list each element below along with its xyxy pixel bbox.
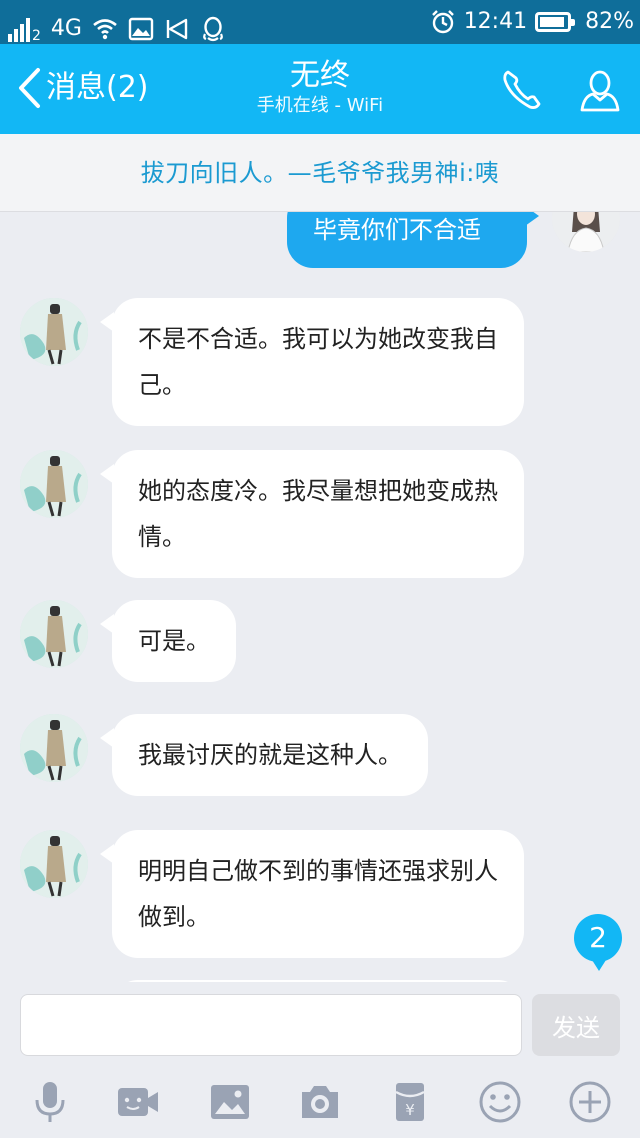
message-text: 毕竟你们不合适 <box>313 216 481 244</box>
message-text: 不是不合适。我可以为她改变我自己。 <box>138 325 498 399</box>
chat-title: 无终 手机在线 - WiFi <box>160 58 480 118</box>
message-input[interactable] <box>20 994 522 1056</box>
incoming-message-bubble[interactable]: 她的态度冷。我尽量想把她变成热情。 <box>100 450 524 578</box>
incoming-message-bubble[interactable]: 明明自己做不到的事情还强求别人做到。 <box>100 830 524 958</box>
contact-avatar[interactable] <box>20 450 88 518</box>
contact-name: 无终 <box>290 58 350 93</box>
mic-icon[interactable] <box>28 1080 72 1124</box>
battery-level: 82% <box>585 9 634 34</box>
network-type: 4G <box>50 16 82 41</box>
message-text: 她的态度冷。我尽量想把她变成热情。 <box>138 477 498 551</box>
message-text: 明明自己做不到的事情还强求别人做到。 <box>138 857 498 931</box>
unread-count-badge[interactable]: 2 <box>574 914 622 971</box>
incoming-message-bubble[interactable]: 我最讨厌的就是这种人。 <box>100 714 428 796</box>
image-icon[interactable] <box>208 1080 252 1124</box>
back-label: 消息(2) <box>46 70 149 105</box>
contact-avatar[interactable] <box>20 714 88 782</box>
svg-text:¥: ¥ <box>405 1101 415 1119</box>
input-toolbar: ¥ <box>0 1068 640 1138</box>
alarm-icon <box>431 10 454 34</box>
send-button[interactable]: 发送 <box>532 994 620 1056</box>
red-packet-icon[interactable]: ¥ <box>388 1080 432 1124</box>
signal-icon <box>8 16 30 42</box>
phone-icon[interactable] <box>498 66 546 114</box>
status-bar: 2 4G 12:41 82% <box>0 0 640 44</box>
message-list[interactable]: 毕竟你们不合适 不是不合适。我可以为她改变我自己。 她的态度冷。我尽量想把她变成… <box>0 134 640 982</box>
message-text: 我最讨厌的就是这种人。 <box>138 741 402 769</box>
emoji-icon[interactable] <box>478 1080 522 1124</box>
message-text: 可是。 <box>138 627 210 655</box>
chat-header: 消息(2) 无终 手机在线 - WiFi <box>0 44 640 134</box>
plus-icon[interactable] <box>568 1080 612 1124</box>
wifi-icon <box>93 19 117 40</box>
incoming-message-bubble[interactable]: 可是。 <box>100 600 236 682</box>
gallery-notification-icon <box>128 17 154 41</box>
qq-notification-icon <box>203 16 223 42</box>
pinned-banner[interactable]: 拔刀向旧人。—毛爷爷我男神i:咦 <box>0 134 640 212</box>
contact-avatar[interactable] <box>20 600 88 668</box>
share-notification-icon <box>166 18 188 40</box>
composer: 发送 <box>0 982 640 1068</box>
clock: 12:41 <box>463 9 528 34</box>
profile-icon[interactable] <box>576 66 624 114</box>
camera-icon[interactable] <box>298 1080 342 1124</box>
back-button[interactable]: 消息(2) <box>16 66 149 110</box>
battery-icon <box>535 12 576 32</box>
chevron-left-icon <box>19 68 40 108</box>
contact-status: 手机在线 - WiFi <box>256 95 384 116</box>
video-call-icon[interactable] <box>116 1080 160 1124</box>
contact-avatar[interactable] <box>20 830 88 898</box>
contact-avatar[interactable] <box>20 298 88 366</box>
incoming-message-bubble[interactable]: 不是不合适。我可以为她改变我自己。 <box>100 298 524 426</box>
